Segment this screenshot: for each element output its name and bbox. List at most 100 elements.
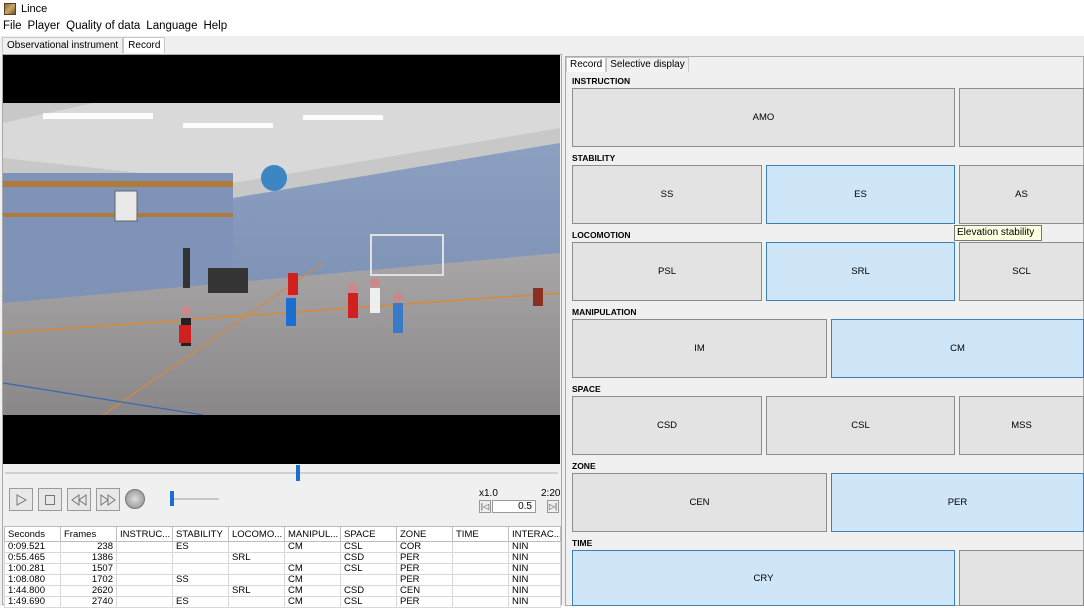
table-cell[interactable] [452, 563, 509, 575]
table-cell[interactable]: CSL [340, 563, 397, 575]
stop-button[interactable] [38, 488, 62, 511]
table-cell[interactable] [116, 574, 173, 586]
table-cell[interactable] [228, 541, 285, 553]
fast-forward-button[interactable] [96, 488, 120, 511]
table-cell[interactable]: NIN [508, 552, 561, 564]
table-cell[interactable] [116, 585, 173, 597]
table-cell[interactable] [172, 552, 229, 564]
category-button-as[interactable]: AS [959, 165, 1084, 224]
category-button[interactable] [959, 88, 1084, 147]
seek-thumb[interactable] [296, 465, 300, 481]
category-button-scl[interactable]: SCL [959, 242, 1084, 301]
table-cell[interactable]: COR [396, 541, 453, 553]
table-cell[interactable]: CM [284, 574, 341, 586]
column-header[interactable]: Seconds [4, 526, 61, 542]
tab-record-criteria[interactable]: Record [566, 57, 607, 72]
category-button-im[interactable]: IM [572, 319, 827, 378]
table-cell[interactable]: SRL [228, 585, 285, 597]
category-button-ss[interactable]: SS [572, 165, 762, 224]
table-row[interactable]: 1:44.800 2620 SRL CM CSD CEN NIN [4, 585, 561, 597]
table-cell[interactable]: CM [284, 541, 341, 553]
tab-selective-display[interactable]: Selective display [606, 57, 689, 72]
column-header[interactable]: ZONE [396, 526, 453, 542]
category-button-csd[interactable]: CSD [572, 396, 762, 455]
category-button-es[interactable]: ES [766, 165, 955, 224]
table-cell[interactable]: 1:00.281 [4, 563, 61, 575]
menu-quality-of-data[interactable]: Quality of data [66, 20, 140, 32]
column-header[interactable]: LOCOMO... [228, 526, 285, 542]
table-cell[interactable]: NIN [508, 585, 561, 597]
category-button-amo[interactable]: AMO [572, 88, 955, 147]
table-row[interactable]: 1:00.281 1507 CM CSL PER NIN [4, 563, 561, 575]
table-cell[interactable]: NIN [508, 563, 561, 575]
table-cell[interactable]: 1507 [60, 563, 117, 575]
category-button-cm[interactable]: CM [831, 319, 1084, 378]
seek-bar[interactable] [5, 472, 558, 474]
tab-record[interactable]: Record [123, 37, 166, 53]
table-cell[interactable] [116, 563, 173, 575]
tab-observational-instrument[interactable]: Observational instrument [2, 37, 124, 53]
playback-rate-input[interactable]: 0.5 [492, 500, 536, 513]
table-cell[interactable]: 2620 [60, 585, 117, 597]
column-header[interactable]: Frames [60, 526, 117, 542]
table-cell[interactable] [452, 585, 509, 597]
table-cell[interactable] [452, 552, 509, 564]
table-cell[interactable]: NIN [508, 541, 561, 553]
category-button-csl[interactable]: CSL [766, 396, 955, 455]
table-row[interactable]: 1:08.080 1702 SS CM PER NIN [4, 574, 561, 586]
table-cell[interactable]: 0:09.521 [4, 541, 61, 553]
rate-decrease-button[interactable]: |◁ [479, 500, 491, 513]
table-cell[interactable]: PER [396, 552, 453, 564]
menu-language[interactable]: Language [146, 20, 197, 32]
menu-file[interactable]: File [3, 20, 22, 32]
table-cell[interactable]: CSD [340, 552, 397, 564]
volume-icon[interactable] [125, 489, 145, 509]
table-cell[interactable] [116, 541, 173, 553]
table-cell[interactable]: CSL [340, 541, 397, 553]
table-cell[interactable] [228, 574, 285, 586]
table-cell[interactable]: SRL [228, 552, 285, 564]
column-header[interactable]: INSTRUC... [116, 526, 173, 542]
column-header[interactable]: STABILITY [172, 526, 229, 542]
volume-thumb[interactable] [170, 491, 174, 506]
table-cell[interactable]: NIN [508, 574, 561, 586]
table-cell[interactable] [452, 574, 509, 586]
menu-help[interactable]: Help [203, 20, 227, 32]
rate-increase-button[interactable]: ▷| [547, 500, 559, 513]
table-cell[interactable] [172, 585, 229, 597]
table-cell[interactable] [284, 552, 341, 564]
category-button[interactable] [959, 550, 1084, 606]
table-cell[interactable]: 1:44.800 [4, 585, 61, 597]
category-button-per[interactable]: PER [831, 473, 1084, 532]
column-header[interactable]: INTERAC... [508, 526, 561, 542]
rewind-button[interactable] [67, 488, 91, 511]
table-cell[interactable]: 1702 [60, 574, 117, 586]
category-button-cen[interactable]: CEN [572, 473, 827, 532]
video-player[interactable] [3, 55, 560, 464]
category-button-cry[interactable]: CRY [572, 550, 955, 606]
play-button[interactable] [9, 488, 33, 511]
table-cell[interactable]: PER [396, 574, 453, 586]
volume-slider[interactable] [171, 498, 219, 500]
column-header[interactable]: SPACE [340, 526, 397, 542]
table-row[interactable]: 0:55.465 1386 SRL CSD PER NIN [4, 552, 561, 564]
category-button-srl[interactable]: SRL [766, 242, 955, 301]
table-cell[interactable]: 238 [60, 541, 117, 553]
table-cell[interactable] [452, 541, 509, 553]
table-row[interactable]: 0:09.521 238 ES CM CSL COR NIN [4, 541, 561, 553]
table-cell[interactable]: 1386 [60, 552, 117, 564]
table-cell[interactable]: ES [172, 541, 229, 553]
table-cell[interactable] [116, 552, 173, 564]
table-cell[interactable]: 1:08.080 [4, 574, 61, 586]
category-button-mss[interactable]: MSS [959, 396, 1084, 455]
table-cell[interactable]: 0:55.465 [4, 552, 61, 564]
table-cell[interactable]: CEN [396, 585, 453, 597]
table-cell[interactable]: CSD [340, 585, 397, 597]
column-header[interactable]: MANIPUL... [284, 526, 341, 542]
column-header[interactable]: TIME [452, 526, 509, 542]
table-cell[interactable]: CM [284, 563, 341, 575]
table-cell[interactable] [228, 563, 285, 575]
table-cell[interactable]: SS [172, 574, 229, 586]
menu-player[interactable]: Player [28, 20, 61, 32]
table-cell[interactable] [340, 574, 397, 586]
